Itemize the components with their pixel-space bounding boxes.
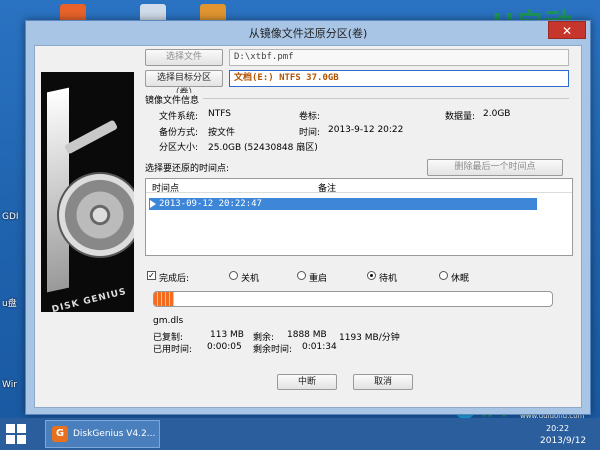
progress-fill [154, 292, 174, 306]
done-checkbox[interactable]: ✓ [147, 271, 156, 280]
taskbar: G DiskGenius V4.2... 20:22 2013/9/12 [0, 418, 600, 450]
desktop-icon-label-win[interactable]: Wir [2, 380, 17, 390]
select-file-button[interactable]: 选择文件 [145, 49, 223, 66]
target-partition-field[interactable]: 文档(E:) NTFS 37.0GB [229, 70, 569, 87]
taskbar-item-diskgenius[interactable]: G DiskGenius V4.2... [45, 420, 160, 448]
image-info-group: 镜像文件信息 [145, 93, 569, 106]
fs-value: NTFS [208, 109, 231, 119]
time-value: 2013-9-12 20:22 [328, 125, 404, 135]
clock-time[interactable]: 20:22 [546, 424, 569, 433]
backup-method-label: 备份方式: [159, 128, 199, 138]
radio-hibernate[interactable] [439, 271, 448, 280]
list-row-selected[interactable]: 2013-09-12 20:22:47 [149, 198, 537, 210]
close-button[interactable]: ✕ [548, 21, 586, 39]
restore-dialog: 从镜像文件还原分区(卷) ✕ DISK GENIUS 选择文件 D:\xtbf.… [25, 20, 591, 415]
partition-size-value: 25.0GB (52430848 扇区) [208, 143, 318, 153]
disk-arm-icon [63, 119, 119, 155]
disk-genius-image: DISK GENIUS [41, 72, 134, 312]
delete-last-point-button[interactable]: 删除最后一个时间点 [427, 159, 563, 176]
restore-point-list[interactable]: 时间点 备注 2013-09-12 20:22:47 [145, 178, 573, 256]
elapsed-value: 0:00:05 [207, 342, 242, 352]
fs-label: 文件系统: [159, 112, 199, 122]
backup-method-value: 按文件 [208, 128, 236, 138]
list-header: 时间点 备注 [146, 179, 572, 194]
radio-standby-label: 待机 [379, 274, 398, 284]
current-file: gm.dls [153, 316, 184, 326]
radio-restart-label: 重启 [309, 274, 328, 284]
copied-value: 113 MB [210, 330, 244, 340]
radio-hibernate-label: 休眠 [451, 274, 470, 284]
desktop-icon-label-gdi[interactable]: GDI [2, 212, 19, 222]
done-label: 完成后: [159, 274, 190, 284]
remain-time-label: 剩余时间: [253, 345, 293, 355]
stop-button[interactable]: 中断 [277, 374, 337, 390]
row-time: 2013-09-12 20:22:47 [159, 199, 262, 209]
select-target-button[interactable]: 选择目标分区（卷） [145, 70, 223, 98]
volume-label: 卷标: [299, 112, 321, 122]
data-amount-value: 2.0GB [483, 109, 511, 119]
radio-standby[interactable] [367, 271, 376, 280]
taskbar-item-label: DiskGenius V4.2... [73, 429, 156, 439]
data-amount-label: 数据量: [445, 112, 476, 122]
image-info-title: 镜像文件信息 [145, 93, 204, 106]
diskgenius-icon: G [52, 426, 68, 442]
restore-progress-bar [153, 291, 553, 307]
col-note-header[interactable]: 备注 [318, 181, 336, 194]
time-label: 时间: [299, 128, 321, 138]
row-arrow-icon [150, 200, 156, 208]
radio-restart[interactable] [297, 271, 306, 280]
col-time-header[interactable]: 时间点 [152, 181, 179, 194]
elapsed-label: 已用时间: [153, 345, 193, 355]
clock-date[interactable]: 2013/9/12 [540, 436, 586, 446]
file-path-field[interactable]: D:\xtbf.pmf [229, 49, 569, 66]
partition-size-label: 分区大小: [159, 143, 199, 153]
remain-time-value: 0:01:34 [302, 342, 337, 352]
radio-shutdown-label: 关机 [241, 274, 260, 284]
restore-point-title: 选择要还原的时间点: [145, 164, 230, 174]
disk-genius-brand: DISK GENIUS [50, 286, 128, 312]
disk-platter-icon [57, 172, 134, 258]
desktop-icon-label-upan[interactable]: u盘 [2, 296, 17, 309]
dialog-titlebar[interactable]: 从镜像文件还原分区(卷) ✕ [26, 21, 590, 43]
speed-value: 1193 MB/分钟 [339, 333, 400, 343]
windows-start-icon[interactable] [6, 424, 26, 444]
radio-shutdown[interactable] [229, 271, 238, 280]
cancel-button[interactable]: 取消 [353, 374, 413, 390]
dialog-client: DISK GENIUS 选择文件 D:\xtbf.pmf 选择目标分区（卷） 文… [34, 45, 582, 408]
dialog-title: 从镜像文件还原分区(卷) [248, 27, 368, 40]
remain-value: 1888 MB [287, 330, 327, 340]
